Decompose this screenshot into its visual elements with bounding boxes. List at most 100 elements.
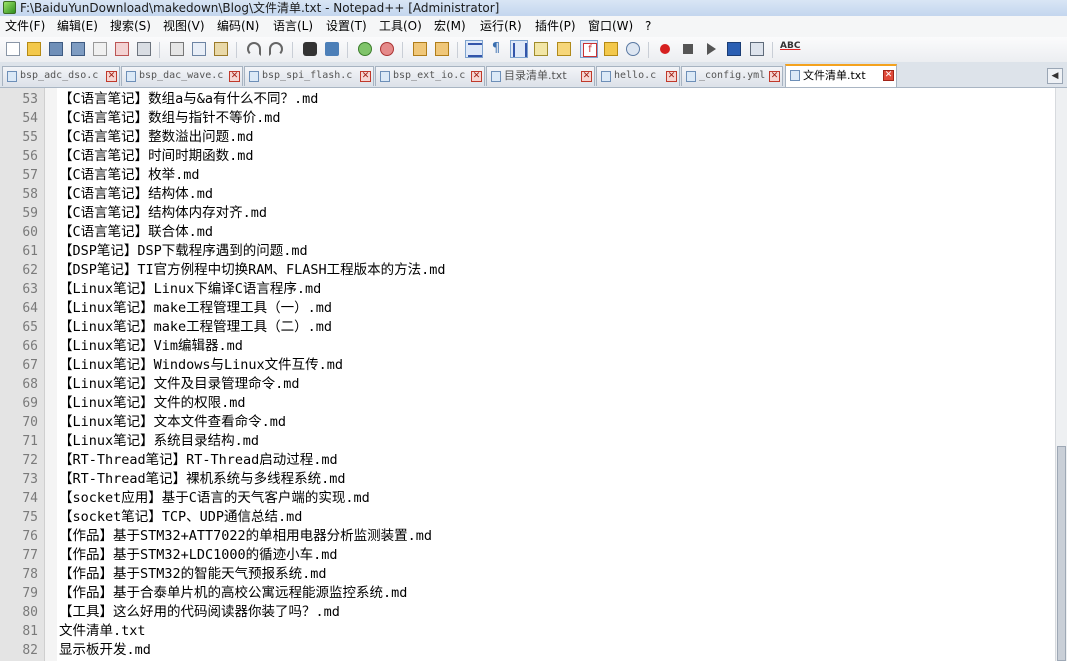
zoom-in-icon[interactable] bbox=[356, 40, 374, 58]
editor[interactable]: 53 54 55 56 57 58 59 60 61 62 63 64 65 66 67 68 69 70 71 72… bbox=[0, 88, 1055, 661]
tab-scroll-left-button[interactable]: ◀ bbox=[1047, 68, 1063, 84]
code-line[interactable]: 【Linux笔记】文本文件查看命令.md bbox=[59, 413, 286, 432]
code-line[interactable]: 文件清单.txt bbox=[59, 622, 146, 641]
code-line[interactable]: 【DSP笔记】DSP下载程序遇到的问题.md bbox=[59, 242, 308, 261]
menu-macro[interactable]: 宏(M) bbox=[434, 19, 466, 34]
code-line[interactable]: 【Linux笔记】make工程管理工具（二）.md bbox=[59, 318, 332, 337]
close-tab-icon[interactable]: ✕ bbox=[883, 70, 894, 81]
code-line[interactable]: 【Linux笔记】Vim编辑器.md bbox=[59, 337, 243, 356]
code-line[interactable]: 【工具】这么好用的代码阅读器你装了吗？.md bbox=[59, 603, 340, 622]
folder-workspace-icon[interactable] bbox=[602, 40, 620, 58]
close-tab-icon[interactable]: ✕ bbox=[666, 71, 677, 82]
code-line[interactable]: 【作品】基于STM32+LDC1000的循迹小车.md bbox=[59, 546, 338, 565]
menu-edit[interactable]: 编辑(E) bbox=[57, 19, 98, 34]
code-line[interactable]: 【C语言笔记】枚举.md bbox=[59, 166, 200, 185]
menu-plugins[interactable]: 插件(P) bbox=[535, 19, 576, 34]
save-all-icon[interactable] bbox=[69, 40, 87, 58]
tab-wenjian-qingdan[interactable]: 文件清单.txt ✕ bbox=[785, 64, 897, 87]
word-wrap-icon[interactable] bbox=[465, 40, 483, 58]
code-line[interactable]: 【C语言笔记】结构体内存对齐.md bbox=[59, 204, 267, 223]
redo-icon[interactable] bbox=[267, 40, 285, 58]
tab-bsp-spi-flash[interactable]: bsp_spi_flash.c ✕ bbox=[244, 66, 374, 86]
menu-settings[interactable]: 设置(T) bbox=[326, 19, 367, 34]
replace-icon[interactable] bbox=[323, 40, 341, 58]
tab-mulu-qingdan[interactable]: 目录清单.txt ✕ bbox=[486, 66, 595, 86]
undo-icon[interactable] bbox=[245, 40, 263, 58]
menu-window[interactable]: 窗口(W) bbox=[588, 19, 633, 34]
code-line[interactable]: 【作品】基于STM32的智能天气预报系统.md bbox=[59, 565, 327, 584]
code-line[interactable]: 【C语言笔记】结构体.md bbox=[59, 185, 213, 204]
code-line[interactable]: 【socket笔记】TCP、UDP通信总结.md bbox=[59, 508, 302, 527]
save-icon[interactable] bbox=[47, 40, 65, 58]
tab-label: _config.yml bbox=[699, 70, 766, 81]
menu-view[interactable]: 视图(V) bbox=[163, 19, 205, 34]
stop-macro-icon[interactable] bbox=[679, 40, 697, 58]
code-line[interactable]: 【socket应用】基于C语言的天气客户端的实现.md bbox=[59, 489, 370, 508]
menu-search[interactable]: 搜索(S) bbox=[110, 19, 151, 34]
cut-icon[interactable] bbox=[168, 40, 186, 58]
menu-tools[interactable]: 工具(O) bbox=[379, 19, 422, 34]
close-tab-icon[interactable]: ✕ bbox=[769, 71, 780, 82]
menu-run[interactable]: 运行(R) bbox=[480, 19, 522, 34]
code-line[interactable]: 【C语言笔记】数组与指针不等价.md bbox=[59, 109, 281, 128]
udl-icon[interactable] bbox=[532, 40, 550, 58]
close-tab-icon[interactable]: ✕ bbox=[471, 71, 482, 82]
find-icon[interactable] bbox=[301, 40, 319, 58]
record-macro-icon[interactable] bbox=[656, 40, 674, 58]
spellcheck-icon[interactable]: ABC bbox=[779, 40, 801, 58]
print-icon[interactable] bbox=[135, 40, 153, 58]
function-list-icon[interactable]: f bbox=[580, 40, 598, 58]
tab-hello-c[interactable]: hello.c ✕ bbox=[596, 66, 680, 86]
scrollbar-thumb[interactable] bbox=[1057, 446, 1066, 661]
zoom-out-icon[interactable] bbox=[378, 40, 396, 58]
open-file-icon[interactable] bbox=[25, 40, 43, 58]
doc-map-icon[interactable] bbox=[555, 40, 573, 58]
sync-vertical-icon[interactable] bbox=[411, 40, 429, 58]
code-line[interactable]: 【RT-Thread笔记】裸机系统与多线程系统.md bbox=[59, 470, 346, 489]
close-tab-icon[interactable]: ✕ bbox=[106, 71, 117, 82]
tab-bsp-dac-wave[interactable]: bsp_dac_wave.c ✕ bbox=[121, 66, 243, 86]
tab-bsp-adc-dso[interactable]: bsp_adc_dso.c ✕ bbox=[2, 66, 120, 86]
new-file-icon[interactable] bbox=[4, 40, 22, 58]
play-macro-icon[interactable] bbox=[702, 40, 720, 58]
code-line[interactable]: 【Linux笔记】Windows与Linux文件互传.md bbox=[59, 356, 343, 375]
code-line[interactable]: 【作品】基于合泰单片机的高校公寓远程能源监控系统.md bbox=[59, 584, 407, 603]
vertical-scrollbar[interactable] bbox=[1055, 88, 1067, 661]
menu-help[interactable]: ? bbox=[645, 19, 651, 34]
close-tab-icon[interactable]: ✕ bbox=[581, 71, 592, 82]
menu-file[interactable]: 文件(F) bbox=[5, 19, 45, 34]
copy-icon[interactable] bbox=[190, 40, 208, 58]
code-line[interactable]: 【C语言笔记】数组a与&a有什么不同？.md bbox=[59, 90, 318, 109]
sync-horizontal-icon[interactable] bbox=[433, 40, 451, 58]
run-macro-multiple-icon[interactable] bbox=[725, 40, 743, 58]
code-line[interactable]: 【Linux笔记】文件的权限.md bbox=[59, 394, 246, 413]
title-bar[interactable]: F:\BaiduYunDownload\makedown\Blog\文件清单.t… bbox=[0, 0, 1067, 17]
code-line[interactable]: 【C语言笔记】联合体.md bbox=[59, 223, 213, 242]
close-icon[interactable] bbox=[91, 40, 109, 58]
line-number: 77 bbox=[22, 548, 38, 563]
code-line[interactable]: 【DSP笔记】TI官方例程中切换RAM、FLASH工程版本的方法.md bbox=[59, 261, 446, 280]
code-line[interactable]: 【Linux笔记】Linux下编译C语言程序.md bbox=[59, 280, 321, 299]
code-line[interactable]: 【作品】基于STM32+ATT7022的单相用电器分析监测装置.md bbox=[59, 527, 432, 546]
paste-icon[interactable] bbox=[212, 40, 230, 58]
tab-bsp-ext-io[interactable]: bsp_ext_io.c ✕ bbox=[375, 66, 485, 86]
close-tab-icon[interactable]: ✕ bbox=[360, 71, 371, 82]
code-line[interactable]: 显示板开发.md bbox=[59, 641, 151, 660]
show-all-chars-icon[interactable]: ¶ bbox=[487, 40, 505, 58]
indent-guide-icon[interactable] bbox=[510, 40, 528, 58]
code-line[interactable]: 【Linux笔记】make工程管理工具（一）.md bbox=[59, 299, 332, 318]
save-macro-icon[interactable] bbox=[748, 40, 766, 58]
menu-encoding[interactable]: 编码(N) bbox=[217, 19, 259, 34]
line-number: 59 bbox=[22, 206, 38, 221]
code-line[interactable]: 【Linux笔记】系统目录结构.md bbox=[59, 432, 259, 451]
tab-config-yml[interactable]: _config.yml ✕ bbox=[681, 66, 783, 86]
close-tab-icon[interactable]: ✕ bbox=[229, 71, 240, 82]
close-all-icon[interactable] bbox=[113, 40, 131, 58]
code-line[interactable]: 【RT-Thread笔记】RT-Thread启动过程.md bbox=[59, 451, 338, 470]
toolbar: ¶ f ABC bbox=[0, 37, 1067, 63]
code-line[interactable]: 【C语言笔记】整数溢出问题.md bbox=[59, 128, 254, 147]
code-line[interactable]: 【Linux笔记】文件及目录管理命令.md bbox=[59, 375, 300, 394]
code-line[interactable]: 【C语言笔记】时间时期函数.md bbox=[59, 147, 254, 166]
menu-language[interactable]: 语言(L) bbox=[273, 19, 313, 34]
monitor-icon[interactable] bbox=[624, 40, 642, 58]
